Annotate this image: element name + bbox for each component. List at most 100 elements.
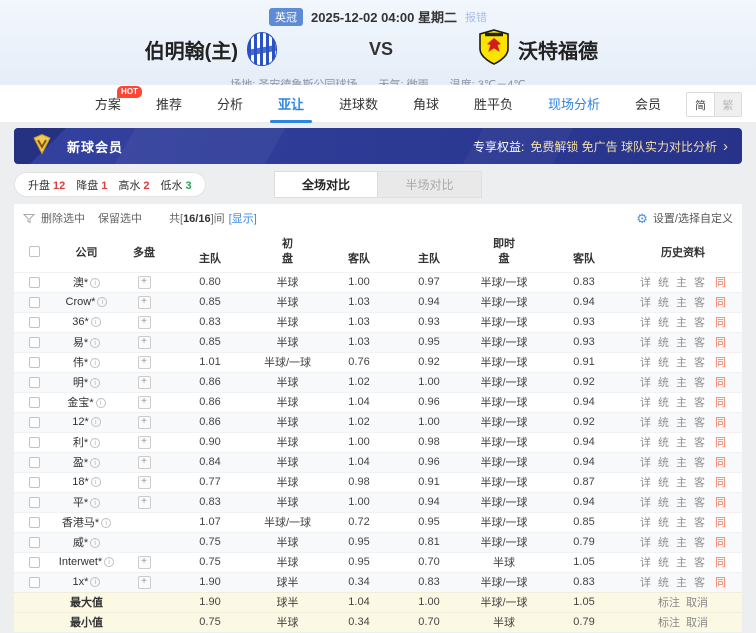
history-link-0[interactable]: 详 (640, 414, 651, 430)
row-checkbox[interactable] (29, 537, 40, 548)
history-link-1[interactable]: 统 (658, 414, 669, 430)
delete-selected-button[interactable]: 删除选中 (41, 210, 85, 226)
company-name[interactable]: 香港马* (62, 517, 99, 529)
row-checkbox[interactable] (29, 497, 40, 508)
row-checkbox[interactable] (29, 557, 40, 568)
history-link-2[interactable]: 主 (676, 274, 687, 290)
history-link-2[interactable]: 主 (676, 574, 687, 590)
nav-tab-2[interactable]: 分析 (217, 85, 243, 123)
company-name[interactable]: 金宝* (67, 397, 93, 409)
history-link-1[interactable]: 统 (658, 354, 669, 370)
nav-tab-5[interactable]: 角球 (413, 85, 439, 123)
history-link-4[interactable]: 同 (715, 274, 726, 290)
history-link-2[interactable]: 主 (676, 294, 687, 310)
history-link-2[interactable]: 主 (676, 494, 687, 510)
history-link-2[interactable]: 主 (676, 334, 687, 350)
history-link-3[interactable]: 客 (694, 514, 705, 530)
summary-link-1[interactable]: 取消 (686, 594, 708, 610)
company-name[interactable]: Interwet* (59, 556, 102, 568)
history-link-3[interactable]: 客 (694, 534, 705, 550)
expand-odds-button[interactable]: + (138, 436, 151, 449)
history-link-0[interactable]: 详 (640, 314, 651, 330)
history-link-1[interactable]: 统 (658, 334, 669, 350)
history-link-1[interactable]: 统 (658, 454, 669, 470)
company-name[interactable]: 澳* (73, 277, 88, 289)
company-name[interactable]: 威* (73, 537, 88, 549)
history-link-2[interactable]: 主 (676, 454, 687, 470)
history-link-2[interactable]: 主 (676, 374, 687, 390)
row-checkbox[interactable] (29, 377, 40, 388)
history-link-0[interactable]: 详 (640, 454, 651, 470)
history-link-3[interactable]: 客 (694, 554, 705, 570)
history-link-1[interactable]: 统 (658, 394, 669, 410)
history-link-3[interactable]: 客 (694, 494, 705, 510)
history-link-0[interactable]: 详 (640, 534, 651, 550)
row-checkbox[interactable] (29, 417, 40, 428)
history-link-1[interactable]: 统 (658, 534, 669, 550)
row-checkbox[interactable] (29, 517, 40, 528)
expand-odds-button[interactable]: + (138, 396, 151, 409)
history-link-2[interactable]: 主 (676, 534, 687, 550)
settings-customize-button[interactable]: ⚙ 设置/选择自定义 (636, 210, 733, 226)
summary-link-0[interactable]: 标注 (658, 614, 680, 630)
select-all-checkbox[interactable] (29, 246, 40, 257)
company-name[interactable]: Crow* (66, 296, 96, 308)
row-checkbox[interactable] (29, 337, 40, 348)
row-checkbox[interactable] (29, 297, 40, 308)
history-link-0[interactable]: 详 (640, 554, 651, 570)
nav-tab-6[interactable]: 胜平负 (474, 85, 513, 123)
expand-odds-button[interactable]: + (138, 416, 151, 429)
company-name[interactable]: 易* (73, 337, 88, 349)
history-link-2[interactable]: 主 (676, 434, 687, 450)
row-checkbox[interactable] (29, 357, 40, 368)
company-name[interactable]: 盈* (73, 457, 88, 469)
history-link-4[interactable]: 同 (715, 394, 726, 410)
company-name[interactable]: 利* (73, 437, 88, 449)
row-checkbox[interactable] (29, 477, 40, 488)
history-link-4[interactable]: 同 (715, 534, 726, 550)
company-name[interactable]: 伟* (73, 357, 88, 369)
nav-tab-3[interactable]: 亚让 (278, 85, 304, 123)
vip-member-banner[interactable]: 新球会员 专享权益: 免费解锁 免广告 球队实力对比分析 › (14, 128, 742, 164)
league-badge[interactable]: 英冠 (269, 8, 303, 26)
half-match-toggle[interactable]: 半场对比 (378, 171, 482, 198)
history-link-0[interactable]: 详 (640, 514, 651, 530)
history-link-2[interactable]: 主 (676, 554, 687, 570)
row-checkbox[interactable] (29, 397, 40, 408)
history-link-3[interactable]: 客 (694, 394, 705, 410)
history-link-0[interactable]: 详 (640, 374, 651, 390)
nav-tab-4[interactable]: 进球数 (339, 85, 378, 123)
nav-tab-0[interactable]: 方案HOT (95, 85, 121, 123)
expand-odds-button[interactable]: + (138, 356, 151, 369)
expand-odds-button[interactable]: + (138, 376, 151, 389)
history-link-2[interactable]: 主 (676, 414, 687, 430)
full-match-toggle[interactable]: 全场对比 (274, 171, 378, 198)
company-name[interactable]: 12* (72, 416, 89, 428)
history-link-3[interactable]: 客 (694, 374, 705, 390)
history-link-4[interactable]: 同 (715, 334, 726, 350)
expand-odds-button[interactable]: + (138, 316, 151, 329)
history-link-1[interactable]: 统 (658, 434, 669, 450)
company-name[interactable]: 明* (73, 377, 88, 389)
history-link-4[interactable]: 同 (715, 554, 726, 570)
history-link-4[interactable]: 同 (715, 474, 726, 490)
summary-link-0[interactable]: 标注 (658, 594, 680, 610)
history-link-2[interactable]: 主 (676, 354, 687, 370)
history-link-4[interactable]: 同 (715, 354, 726, 370)
history-link-4[interactable]: 同 (715, 574, 726, 590)
history-link-3[interactable]: 客 (694, 314, 705, 330)
keep-selected-button[interactable]: 保留选中 (98, 210, 142, 226)
vip-benefits-link[interactable]: 专享权益: 免费解锁 免广告 球队实力对比分析 › (473, 138, 742, 155)
show-link[interactable]: [显示] (229, 213, 257, 225)
report-error-link[interactable]: 报错 (465, 9, 487, 25)
history-link-1[interactable]: 统 (658, 554, 669, 570)
history-link-4[interactable]: 同 (715, 494, 726, 510)
history-link-4[interactable]: 同 (715, 414, 726, 430)
history-link-0[interactable]: 详 (640, 274, 651, 290)
history-link-1[interactable]: 统 (658, 474, 669, 490)
nav-tab-7[interactable]: 现场分析 (548, 85, 600, 123)
history-link-3[interactable]: 客 (694, 434, 705, 450)
history-link-3[interactable]: 客 (694, 574, 705, 590)
summary-link-1[interactable]: 取消 (686, 614, 708, 630)
expand-odds-button[interactable]: + (138, 556, 151, 569)
